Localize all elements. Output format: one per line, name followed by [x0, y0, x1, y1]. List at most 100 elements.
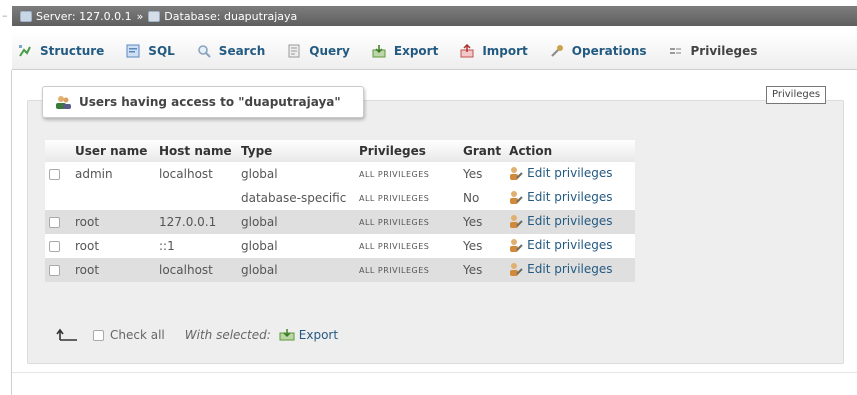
- tab-structure-label: Structure: [40, 43, 105, 58]
- cell-grant: Yes: [459, 162, 506, 186]
- row-checkbox[interactable]: [49, 217, 60, 228]
- tab-import-label: Import: [482, 43, 528, 58]
- breadcrumb-server[interactable]: Server: 127.0.0.1: [36, 10, 132, 23]
- edit-privileges-link[interactable]: Edit privileges: [509, 261, 613, 276]
- cell-privileges: ALL PRIVILEGES: [355, 186, 459, 210]
- collapse-icon[interactable]: –: [2, 10, 10, 22]
- tab-sql-label: SQL: [148, 43, 175, 58]
- edit-user-icon: [510, 262, 523, 276]
- page-divider: [12, 372, 857, 373]
- cell-host: localhost: [155, 162, 237, 186]
- database-icon: [148, 10, 161, 22]
- edit-privileges-link[interactable]: Edit privileges: [509, 213, 613, 228]
- arrow-up-left-icon: [56, 328, 77, 341]
- cell-user: root: [71, 210, 155, 234]
- tab-bar: Structure SQL Search Query Export Import…: [12, 32, 857, 70]
- fieldset-legend: Users having access to "duaputrajaya": [42, 86, 364, 118]
- edit-user-icon: [510, 214, 523, 228]
- cell-user: root: [71, 258, 155, 282]
- edit-user-icon: [510, 238, 523, 252]
- cell-user: root: [71, 234, 155, 258]
- cell-privileges: ALL PRIVILEGES: [355, 234, 459, 258]
- sql-icon: [126, 44, 140, 57]
- cell-host: ::1: [155, 234, 237, 258]
- table-row: root 127.0.0.1 global ALL PRIVILEGES Yes…: [45, 210, 635, 234]
- table-row: root localhost global ALL PRIVILEGES Yes…: [45, 258, 635, 282]
- table-footer: Check all With selected: Export: [55, 326, 338, 344]
- header-type[interactable]: Type: [237, 140, 355, 162]
- cell-privileges: ALL PRIVILEGES: [355, 162, 459, 186]
- tab-export[interactable]: Export: [372, 44, 438, 58]
- breadcrumb-separator: »: [136, 9, 144, 23]
- breadcrumb: Server: 127.0.0.1 » Database: duaputraja…: [12, 6, 857, 26]
- table-header-row: User name Host name Type Privileges Gran…: [45, 140, 635, 162]
- edit-privileges-label: Edit privileges: [527, 189, 613, 204]
- tab-query-label: Query: [309, 43, 350, 58]
- edit-privileges-link[interactable]: Edit privileges: [509, 189, 613, 204]
- table-row: admin localhost global ALL PRIVILEGES Ye…: [45, 162, 635, 186]
- export-label: Export: [298, 328, 339, 342]
- tab-operations[interactable]: Operations: [550, 44, 647, 58]
- edit-user-icon: [510, 190, 523, 204]
- cell-type: database-specific: [237, 186, 355, 210]
- check-all[interactable]: Check all: [93, 328, 165, 342]
- cell-host: [155, 186, 237, 210]
- page-left-border: [11, 70, 12, 395]
- export-icon: [372, 44, 386, 57]
- row-checkbox[interactable]: [49, 169, 60, 180]
- cell-grant: Yes: [459, 210, 506, 234]
- export-selected-button[interactable]: Export: [279, 328, 338, 342]
- cell-host: 127.0.0.1: [155, 210, 237, 234]
- cell-type: global: [237, 234, 355, 258]
- import-icon: [460, 43, 474, 57]
- header-grant[interactable]: Grant: [459, 140, 506, 162]
- cell-privileges: ALL PRIVILEGES: [355, 258, 459, 282]
- breadcrumb-database[interactable]: Database: duaputrajaya: [164, 10, 297, 23]
- edit-privileges-label: Edit privileges: [527, 261, 613, 276]
- tab-search-label: Search: [218, 43, 266, 58]
- cell-privileges: ALL PRIVILEGES: [355, 210, 459, 234]
- table-row: database-specific ALL PRIVILEGES No Edit…: [45, 186, 635, 210]
- tab-search[interactable]: Search: [197, 44, 265, 58]
- header-checkbox-col: [45, 140, 71, 162]
- tab-structure[interactable]: Structure: [18, 44, 104, 58]
- row-checkbox[interactable]: [49, 241, 60, 252]
- privileges-tooltip: Privileges: [766, 86, 827, 104]
- cell-host: localhost: [155, 258, 237, 282]
- cell-grant: No: [459, 186, 506, 210]
- cell-type: global: [237, 162, 355, 186]
- with-selected-label: With selected:: [184, 328, 271, 342]
- edit-privileges-label: Edit privileges: [527, 237, 613, 252]
- header-user[interactable]: User name: [71, 140, 155, 162]
- structure-icon: [19, 44, 31, 57]
- wrench-icon: [551, 44, 563, 57]
- check-all-checkbox[interactable]: [93, 329, 104, 341]
- export-icon: [279, 329, 295, 341]
- cell-grant: Yes: [459, 258, 506, 282]
- users-icon: [56, 96, 71, 109]
- tab-import[interactable]: Import: [460, 43, 528, 58]
- edit-privileges-link[interactable]: Edit privileges: [509, 237, 613, 252]
- search-icon: [197, 44, 211, 58]
- tab-query[interactable]: Query: [287, 44, 350, 58]
- header-host[interactable]: Host name: [155, 140, 237, 162]
- privileges-icon: [669, 47, 681, 54]
- cell-grant: Yes: [459, 234, 506, 258]
- edit-privileges-link[interactable]: Edit privileges: [509, 166, 613, 180]
- edit-privileges-label: Edit privileges: [527, 213, 613, 228]
- header-privileges[interactable]: Privileges: [355, 140, 459, 162]
- cell-user: [71, 186, 155, 210]
- cell-type: global: [237, 258, 355, 282]
- edit-user-icon: [510, 166, 523, 180]
- privileges-table: User name Host name Type Privileges Gran…: [45, 140, 635, 282]
- tab-privileges[interactable]: Privileges: [669, 43, 758, 58]
- cell-type: global: [237, 210, 355, 234]
- tab-export-label: Export: [393, 43, 439, 58]
- query-icon: [288, 44, 300, 57]
- tab-privileges-label: Privileges: [690, 43, 758, 58]
- check-all-label: Check all: [110, 328, 165, 342]
- legend-title: Users having access to "duaputrajaya": [79, 95, 341, 109]
- header-action: Action: [505, 140, 635, 162]
- row-checkbox[interactable]: [49, 265, 60, 276]
- tab-sql[interactable]: SQL: [126, 44, 175, 58]
